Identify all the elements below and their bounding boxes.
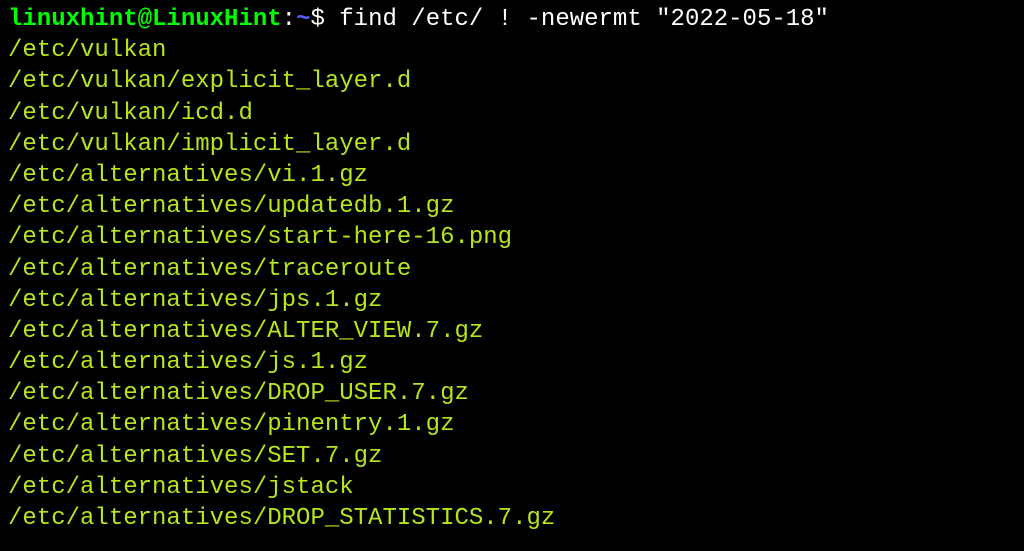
output-line: /etc/alternatives/SET.7.gz [8, 441, 1016, 472]
terminal-window[interactable]: linuxhint@LinuxHint:~$ find /etc/ ! -new… [8, 4, 1016, 534]
output-line: /etc/alternatives/DROP_USER.7.gz [8, 378, 1016, 409]
command-text: find /etc/ ! -newermt "2022-05-18" [339, 6, 829, 33]
command-prompt-line: linuxhint@LinuxHint:~$ find /etc/ ! -new… [8, 4, 1016, 35]
output-line: /etc/vulkan [8, 35, 1016, 66]
output-line: /etc/alternatives/updatedb.1.gz [8, 191, 1016, 222]
output-line: /etc/vulkan/explicit_layer.d [8, 66, 1016, 97]
output-line: /etc/alternatives/ALTER_VIEW.7.gz [8, 316, 1016, 347]
output-line: /etc/alternatives/vi.1.gz [8, 160, 1016, 191]
output-line: /etc/alternatives/DROP_STATISTICS.7.gz [8, 503, 1016, 534]
prompt-colon: : [282, 6, 296, 33]
user-host: linuxhint@LinuxHint [8, 6, 282, 33]
current-path: ~ [296, 6, 310, 33]
output-line: /etc/vulkan/implicit_layer.d [8, 129, 1016, 160]
output-line: /etc/alternatives/js.1.gz [8, 347, 1016, 378]
output-line: /etc/alternatives/start-here-16.png [8, 222, 1016, 253]
output-line: /etc/alternatives/traceroute [8, 254, 1016, 285]
output-line: /etc/vulkan/icd.d [8, 98, 1016, 129]
output-line: /etc/alternatives/pinentry.1.gz [8, 409, 1016, 440]
prompt-dollar: $ [310, 6, 339, 33]
output-line: /etc/alternatives/jps.1.gz [8, 285, 1016, 316]
output-line: /etc/alternatives/jstack [8, 472, 1016, 503]
